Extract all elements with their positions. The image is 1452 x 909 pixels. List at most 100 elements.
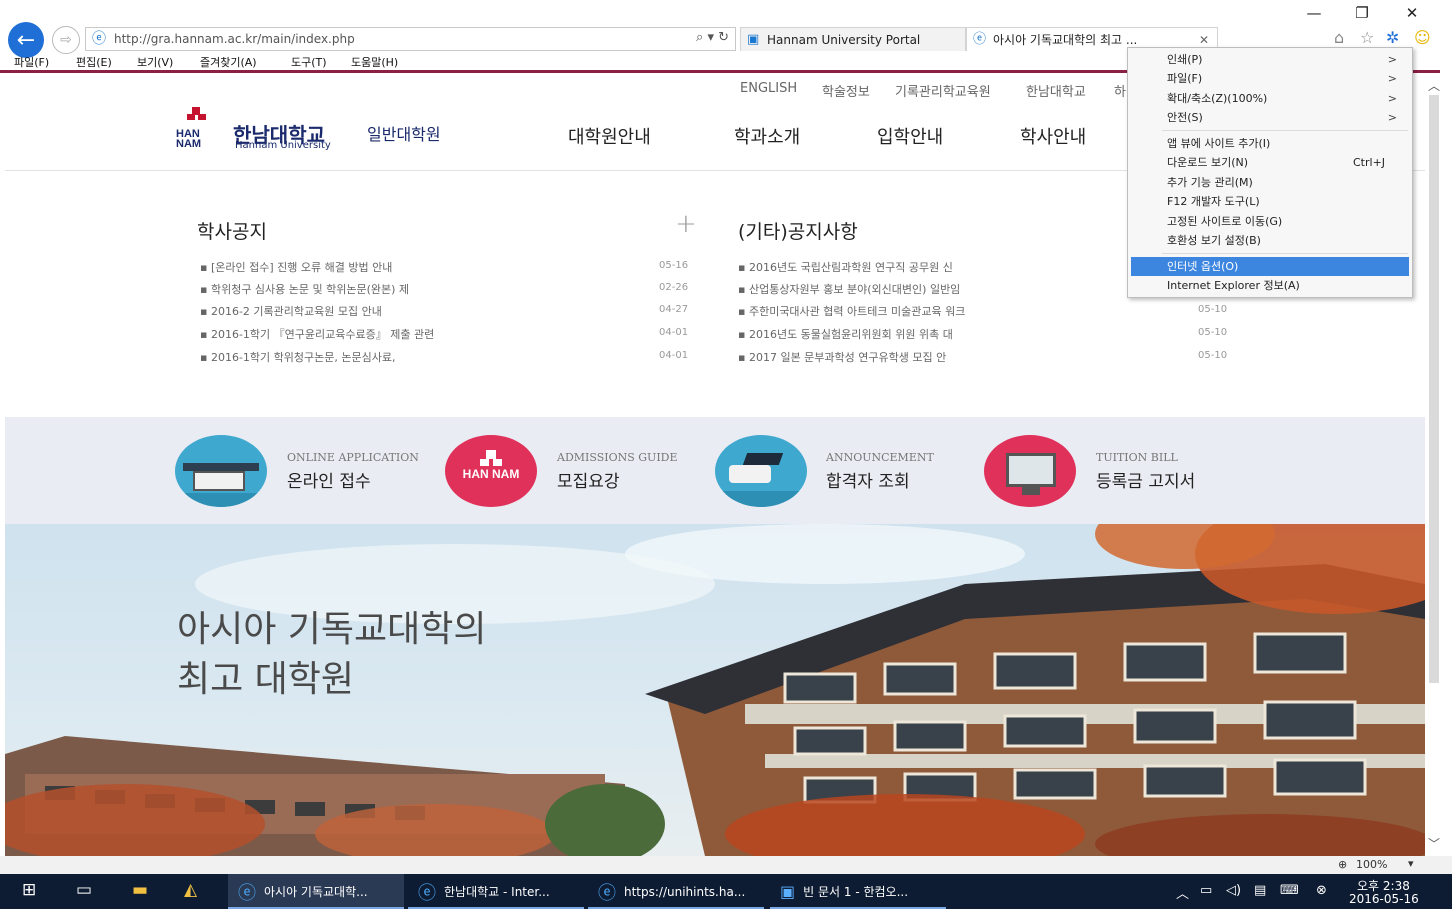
minimize-button[interactable]: — — [1294, 4, 1334, 26]
quick-en: ADMISSIONS GUIDE — [557, 451, 678, 464]
util-link-university[interactable]: 한남대학교 — [1026, 81, 1086, 100]
list-item[interactable]: ▪ 2016-1학기 학위청구논문, 논문심사료, — [200, 349, 395, 365]
restore-button[interactable]: ❐ — [1342, 4, 1382, 26]
menu-item-internet-options[interactable]: 인터넷 옵션(O) — [1131, 257, 1409, 276]
submenu-arrow-icon: > — [1387, 111, 1397, 124]
ime-icon[interactable]: ⊗ — [1316, 883, 1327, 898]
hero-line-2: 최고 대학원 — [177, 659, 355, 700]
quick-ko[interactable]: 모집요강 — [557, 467, 620, 492]
logo-mark: HAN NAM — [176, 128, 202, 150]
admissions-guide-icon[interactable]: HAN NAM — [445, 435, 537, 507]
file-explorer-icon[interactable]: ▬ — [132, 880, 148, 900]
close-button[interactable]: ✕ — [1392, 4, 1432, 26]
list-item[interactable]: ▪ 2017 일본 문부과학성 연구유학생 모집 안 — [738, 349, 946, 365]
hero-headline: 아시아 기독교대학의 최고 대학원 — [177, 605, 487, 705]
board-notice-title[interactable]: (기타)공지사항 — [738, 217, 858, 244]
taskbar-app-hancom[interactable]: ▣ 빈 문서 1 - 한컴오... — [770, 874, 946, 909]
list-date: 02-26 — [659, 282, 689, 293]
favorites-star-icon[interactable]: ☆ — [1360, 28, 1374, 47]
menu-item-downloads[interactable]: 다운로드 보기(N) Ctrl+J — [1131, 153, 1409, 172]
forward-arrow-icon: ⇨ — [60, 32, 72, 48]
nav-academics[interactable]: 학사안내 — [1020, 123, 1086, 149]
menu-item-file[interactable]: 파일(F) > — [1131, 69, 1409, 88]
task-view-icon[interactable]: ▭ — [76, 880, 92, 900]
nav-grad-guide[interactable]: 대학원안내 — [568, 123, 651, 149]
logo-suffix: 일반대학원 — [367, 125, 441, 144]
scroll-thumb[interactable] — [1429, 95, 1439, 683]
list-item[interactable]: ▪ 2016-2 기록관리학교육원 모집 안내 — [200, 303, 382, 319]
quick-ko[interactable]: 합격자 조회 — [826, 467, 910, 492]
list-date: 04-01 — [659, 350, 689, 361]
menu-item-f12-tools[interactable]: F12 개발자 도구(L) — [1131, 192, 1409, 211]
list-item[interactable]: ▪ [온라인 접수] 진행 오류 해결 방법 안내 — [200, 259, 392, 275]
keyboard-icon[interactable]: ⌨ — [1280, 883, 1299, 898]
menu-edit[interactable]: 편집(E) — [76, 54, 112, 70]
windows-start-icon[interactable]: ⊞ — [22, 880, 36, 900]
list-item[interactable]: ▪ 산업통상자원부 홍보 분야(외신대변인) 일반임 — [738, 281, 960, 297]
tab-close-icon[interactable]: ✕ — [1199, 33, 1209, 47]
menu-item-zoom[interactable]: 확대/축소(Z)(100%) > — [1131, 89, 1409, 108]
menu-item-about-ie[interactable]: Internet Explorer 정보(A) — [1131, 276, 1409, 295]
util-link-more[interactable]: 하 — [1114, 81, 1126, 100]
menu-item-pinned-sites[interactable]: 고정된 사이트로 이동(G) — [1131, 212, 1409, 231]
back-arrow-icon: ← — [16, 27, 36, 53]
tab-portal[interactable]: ▣ Hannam University Portal — [740, 27, 966, 51]
menu-view[interactable]: 보기(V) — [137, 54, 173, 70]
nav-admissions[interactable]: 입학안내 — [877, 123, 943, 149]
menu-item-addons[interactable]: 추가 기능 관리(M) — [1131, 173, 1409, 192]
clock-date[interactable]: 2016-05-16 — [1349, 892, 1419, 906]
scroll-down-icon[interactable]: ﹀ — [1428, 835, 1440, 852]
menu-favorites[interactable]: 즐겨찾기(A) — [200, 54, 257, 70]
forward-button[interactable]: ⇨ — [52, 26, 80, 54]
menu-help[interactable]: 도움말(H) — [351, 54, 398, 70]
quick-en: TUITION BILL — [1096, 451, 1178, 464]
list-item[interactable]: ▪ 2016-1학기 『연구윤리교육수료증』 제출 관련 — [200, 326, 434, 342]
notification-icon[interactable]: ▤ — [1254, 883, 1266, 898]
list-item[interactable]: ▪ 학위청구 심사용 논문 및 학위논문(완본) 제 — [200, 281, 409, 297]
address-controls[interactable]: ⌕ ▾ ↻ — [696, 30, 729, 45]
menu-item-print[interactable]: 인쇄(P) > — [1131, 50, 1409, 69]
tab-label: 아시아 기독교대학의 최고 ... — [993, 33, 1138, 47]
hero-banner: 아시아 기독교대학의 최고 대학원 — [5, 524, 1425, 856]
list-item[interactable]: ▪ 주한미국대사관 협력 아트테크 미술관교육 워크 — [738, 303, 965, 319]
taskbar-app-ie[interactable]: ⓔ 한남대학교 - Inter... — [408, 874, 584, 909]
folder-icon[interactable]: ◭ — [184, 880, 197, 900]
board-academic-title[interactable]: 학사공지 — [197, 217, 267, 244]
volume-icon[interactable]: ◁) — [1226, 883, 1241, 898]
status-bar: ⊕ 100% ▾ — [0, 856, 1452, 874]
home-icon[interactable]: ⌂ — [1334, 28, 1344, 47]
zoom-level[interactable]: 100% — [1356, 858, 1387, 871]
util-link-library[interactable]: 학술정보 — [822, 81, 870, 100]
taskbar-app-ie[interactable]: ⓔ https://unihints.ha... — [588, 874, 764, 909]
menu-item-compat-view[interactable]: 호환성 보기 설정(B) — [1131, 231, 1409, 250]
tray-chevron-icon[interactable]: ︿ — [1176, 883, 1189, 902]
util-link-archives[interactable]: 기록관리학교육원 — [895, 81, 991, 100]
tab-label: Hannam University Portal — [767, 32, 921, 47]
network-icon[interactable]: ▭ — [1200, 883, 1212, 898]
menu-file[interactable]: 파일(F) — [14, 54, 49, 70]
menu-item-add-site-app-view[interactable]: 앱 뷰에 사이트 추가(I) — [1131, 134, 1409, 153]
smiley-feedback-icon[interactable]: ☺ — [1414, 28, 1431, 47]
address-bar[interactable]: ⓔ http://gra.hannam.ac.kr/main/index.php… — [85, 27, 736, 51]
announcement-icon[interactable] — [715, 435, 807, 507]
nav-departments[interactable]: 학과소개 — [734, 123, 800, 149]
tuition-bill-icon[interactable] — [984, 435, 1076, 507]
quick-ko[interactable]: 등록금 고지서 — [1096, 467, 1195, 492]
gear-icon[interactable]: ✲ — [1386, 28, 1399, 47]
quick-ko[interactable]: 온라인 접수 — [287, 467, 371, 492]
scroll-up-icon[interactable]: ︿ — [1428, 77, 1440, 94]
hancom-icon: ▣ — [780, 882, 796, 901]
util-link-english[interactable]: ENGLISH — [740, 81, 797, 96]
vertical-scrollbar[interactable]: ︿ ﹀ — [1425, 73, 1443, 856]
list-item[interactable]: ▪ 2016년도 국립산림과학원 연구직 공무원 신 — [738, 259, 953, 275]
board-more-plus-icon[interactable]: + — [675, 209, 697, 239]
zoom-dropdown-icon[interactable]: ▾ — [1408, 857, 1414, 870]
logo-sub: Hannam University — [235, 140, 331, 151]
menu-separator — [1162, 130, 1408, 131]
menu-tools[interactable]: 도구(T) — [291, 54, 327, 70]
taskbar-app-ie-active[interactable]: ⓔ 아시아 기독교대학... — [228, 874, 404, 909]
zoom-icon[interactable]: ⊕ — [1338, 858, 1347, 871]
menu-item-safety[interactable]: 안전(S) > — [1131, 108, 1409, 127]
list-item[interactable]: ▪ 2016년도 동물실험윤리위원회 위원 위촉 대 — [738, 326, 953, 342]
online-application-icon[interactable] — [175, 435, 267, 507]
